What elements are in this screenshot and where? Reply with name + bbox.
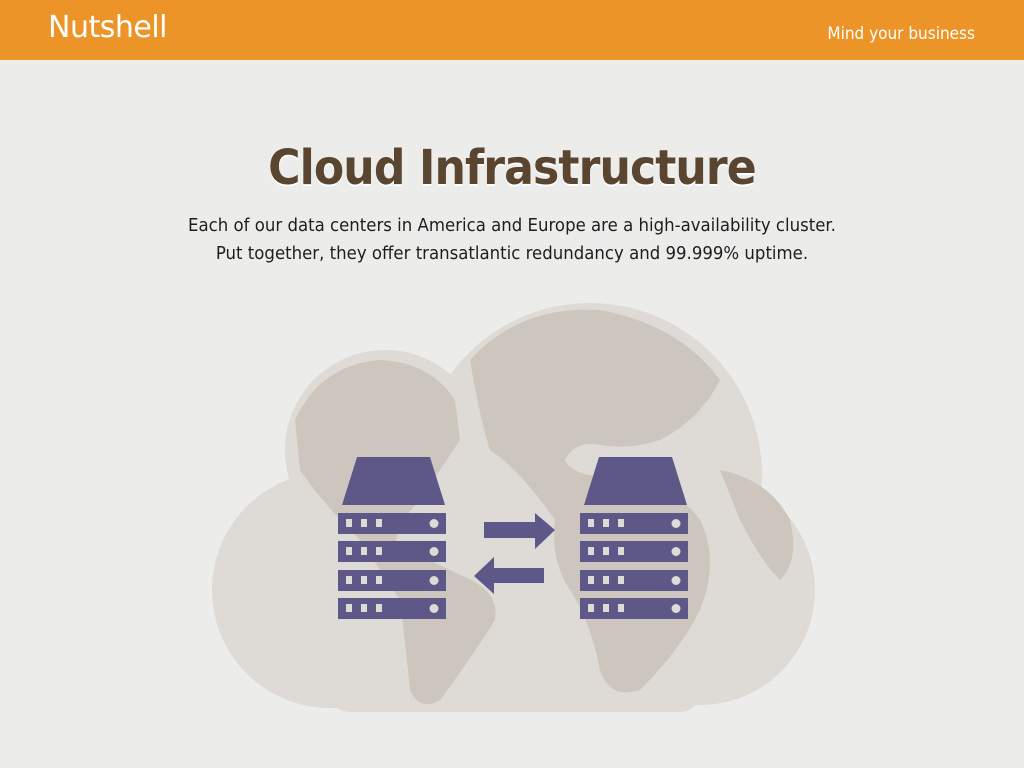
rack-light	[361, 547, 367, 555]
rack-light	[618, 547, 624, 555]
rack-light	[603, 519, 609, 527]
rack-light	[376, 576, 382, 584]
rack-light	[346, 576, 352, 584]
rack-button	[671, 547, 681, 556]
rack-button	[671, 576, 681, 585]
rack-light	[346, 547, 352, 555]
rack-button	[429, 576, 439, 585]
rack-light	[618, 576, 624, 584]
rack-light	[618, 519, 624, 527]
rack-light	[346, 519, 352, 527]
rack-light	[361, 604, 367, 612]
rack-light	[376, 547, 382, 555]
rack-light	[603, 604, 609, 612]
server-top	[342, 457, 445, 505]
server-top	[584, 457, 687, 505]
rack-light	[618, 604, 624, 612]
rack-light	[603, 547, 609, 555]
rack-light	[588, 519, 594, 527]
rack-light	[346, 604, 352, 612]
rack-light	[588, 547, 594, 555]
rack-button	[671, 519, 681, 528]
cloud-illustration	[212, 303, 815, 712]
rack-light	[588, 604, 594, 612]
rack-light	[376, 519, 382, 527]
rack-light	[588, 576, 594, 584]
rack-button	[429, 519, 439, 528]
rack-light	[361, 519, 367, 527]
rack-button	[429, 547, 439, 556]
rack-button	[429, 604, 439, 613]
rack-button	[671, 604, 681, 613]
rack-light	[603, 576, 609, 584]
rack-light	[361, 576, 367, 584]
rack-light	[376, 604, 382, 612]
